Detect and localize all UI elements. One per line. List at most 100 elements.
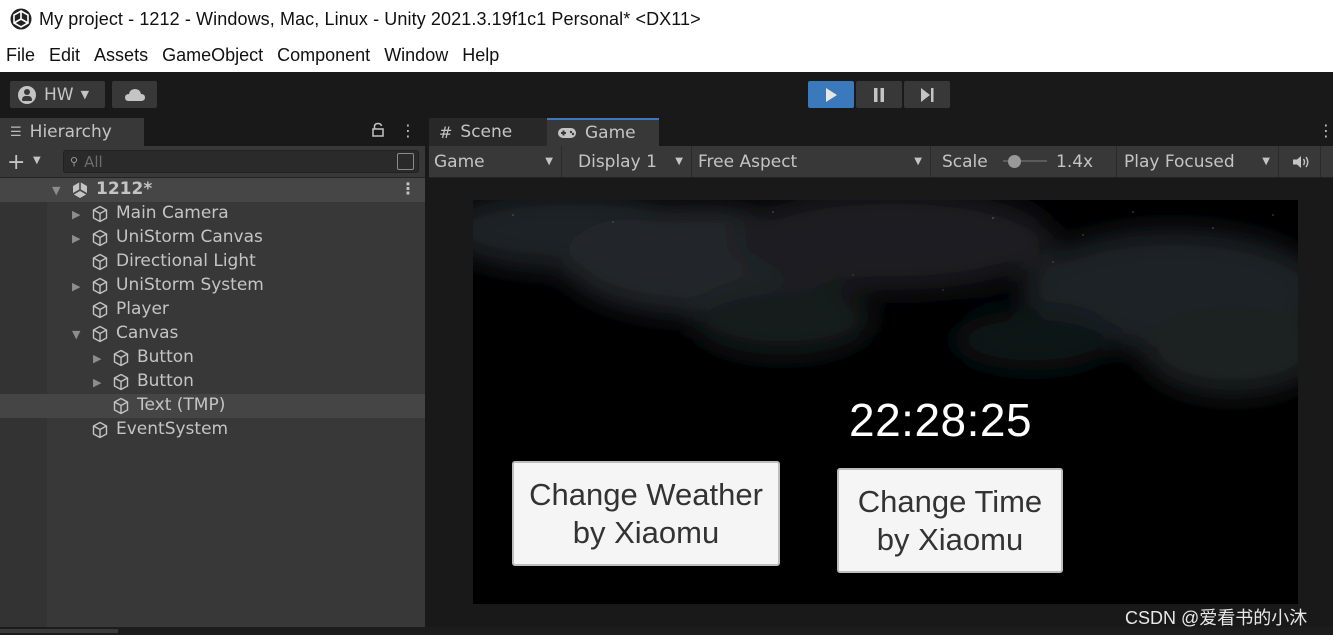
cloud-button[interactable] [112, 81, 157, 108]
menu-bar: File Edit Assets GameObject Component Wi… [0, 38, 1333, 72]
scale-slider-handle[interactable] [1008, 155, 1021, 168]
scene-tab-label: Scene [460, 122, 513, 142]
kebab-menu-icon[interactable]: ⋮ [1318, 121, 1333, 140]
play-button[interactable] [808, 81, 854, 108]
scene-name: 1212* [96, 179, 153, 199]
hierarchy-item[interactable]: ▶ UniStorm System [0, 274, 425, 298]
gameobject-cube-icon [113, 397, 129, 415]
hierarchy-item-label: Button [137, 371, 194, 391]
gameobject-cube-icon [92, 205, 108, 223]
display-dropdown[interactable]: Display 1 ▼ [564, 146, 692, 177]
play-icon [826, 87, 837, 102]
hierarchy-tab-bar: ☰ Hierarchy ⋮ [0, 118, 425, 146]
gameobject-cube-icon [113, 373, 129, 391]
hierarchy-item[interactable]: ▶ Main Camera [0, 202, 425, 226]
change-weather-button[interactable]: Change Weather by Xiaomu [512, 461, 780, 566]
scene-row[interactable]: ▼ 1212* ⋮ [0, 178, 425, 202]
pause-button[interactable] [856, 81, 902, 108]
collapse-arrow-icon[interactable]: ▶ [72, 208, 80, 221]
gameobject-cube-icon [92, 277, 108, 295]
account-dropdown[interactable]: HW ▼ [10, 81, 105, 108]
step-icon [921, 87, 934, 102]
expand-arrow-icon[interactable]: ▼ [72, 328, 80, 341]
gameobject-cube-icon [92, 301, 108, 319]
menu-edit[interactable]: Edit [49, 45, 80, 66]
speaker-icon [1292, 155, 1308, 168]
chevron-down-icon: ▼ [80, 88, 90, 101]
hierarchy-item-label: Text (TMP) [137, 395, 226, 415]
menu-file[interactable]: File [6, 45, 35, 66]
display-label: Display 1 [578, 151, 657, 172]
cloud-icon [124, 88, 145, 101]
hierarchy-item[interactable]: Player [0, 298, 425, 322]
hierarchy-item[interactable]: Text (TMP) [0, 394, 425, 418]
chevron-down-icon: ▼ [1262, 156, 1270, 167]
hierarchy-item[interactable]: ▶ Button [0, 370, 425, 394]
gamepad-icon [558, 128, 576, 138]
game-mode-label: Game [434, 151, 485, 172]
menu-help[interactable]: Help [462, 45, 499, 66]
play-mode-dropdown[interactable]: Play Focused ▼ [1119, 146, 1279, 177]
lock-icon[interactable] [371, 122, 385, 138]
chevron-down-icon: ▼ [675, 156, 683, 167]
gameobject-cube-icon [92, 421, 108, 439]
step-button[interactable] [904, 81, 950, 108]
view-tab-bar: # Scene Game ⋮ [429, 118, 1333, 146]
hierarchy-tab-label: Hierarchy [29, 122, 112, 142]
pause-icon [874, 87, 884, 102]
kebab-menu-icon[interactable]: ⋮ [400, 121, 416, 140]
chevron-down-icon[interactable]: ▼ [33, 155, 41, 166]
hierarchy-item[interactable]: ▶ UniStorm Canvas [0, 226, 425, 250]
hierarchy-item-label: Canvas [116, 323, 179, 343]
gameobject-cube-icon [92, 253, 108, 271]
menu-gameobject[interactable]: GameObject [162, 45, 263, 66]
game-mode-dropdown[interactable]: Game ▼ [429, 146, 562, 177]
menu-assets[interactable]: Assets [94, 45, 148, 66]
hierarchy-item-label: UniStorm System [116, 275, 264, 295]
hierarchy-item-label: Player [116, 299, 169, 319]
mute-audio-button[interactable] [1281, 146, 1321, 177]
change-time-line2: by Xiaomu [876, 521, 1024, 557]
tab-scene[interactable]: # Scene [429, 118, 547, 146]
tab-game[interactable]: Game [547, 118, 659, 146]
hierarchy-item[interactable]: ▶ Button [0, 346, 425, 370]
change-weather-line2: by Xiaomu [572, 514, 720, 550]
hierarchy-item-label: Button [137, 347, 194, 367]
game-view-toolbar: Game ▼ Display 1 ▼ Free Aspect ▼ Scale 1… [429, 146, 1333, 178]
quick-search-icon[interactable] [397, 153, 414, 170]
menu-component[interactable]: Component [277, 45, 370, 66]
gameobject-cube-icon [92, 229, 108, 247]
collapse-arrow-icon[interactable]: ▶ [72, 280, 80, 293]
menu-window[interactable]: Window [384, 45, 448, 66]
gameobject-cube-icon [92, 325, 108, 343]
hierarchy-item[interactable]: Directional Light [0, 250, 425, 274]
collapse-arrow-icon[interactable]: ▶ [72, 232, 80, 245]
hierarchy-item[interactable]: ▼ Canvas [0, 322, 425, 346]
unity-scene-icon [72, 182, 88, 198]
unity-logo-icon [10, 8, 32, 30]
hierarchy-item-label: Main Camera [116, 203, 229, 223]
list-icon: ☰ [10, 124, 22, 140]
collapse-arrow-icon[interactable]: ▶ [93, 352, 101, 365]
collapse-arrow-icon[interactable]: ▶ [93, 376, 101, 389]
plus-icon[interactable]: + [7, 150, 25, 175]
change-time-line1: Change Time [857, 483, 1043, 519]
tab-hierarchy[interactable]: ☰ Hierarchy [0, 118, 144, 146]
account-label: HW [44, 84, 74, 105]
window-title-bar: My project - 1212 - Windows, Mac, Linux … [0, 0, 1333, 38]
chevron-down-icon: ▼ [914, 156, 922, 167]
kebab-menu-icon[interactable]: ⋮ [400, 179, 416, 198]
hierarchy-item[interactable]: EventSystem [0, 418, 425, 442]
change-time-button[interactable]: Change Time by Xiaomu [837, 468, 1063, 573]
hierarchy-search-input[interactable]: ⚲ All [63, 150, 419, 173]
aspect-dropdown[interactable]: Free Aspect ▼ [694, 146, 931, 177]
play-mode-label: Play Focused [1124, 151, 1235, 172]
change-weather-line1: Change Weather [529, 476, 763, 512]
main-toolbar: HW ▼ [0, 72, 1333, 118]
hierarchy-toolbar: + ▼ ⚲ All [0, 146, 425, 178]
scale-value: 1.4x [1056, 151, 1094, 172]
search-icon: ⚲ [70, 155, 79, 168]
expand-arrow-icon[interactable]: ▼ [52, 184, 60, 197]
scrollbar-thumb[interactable] [0, 629, 118, 633]
hierarchy-item-label: UniStorm Canvas [116, 227, 263, 247]
